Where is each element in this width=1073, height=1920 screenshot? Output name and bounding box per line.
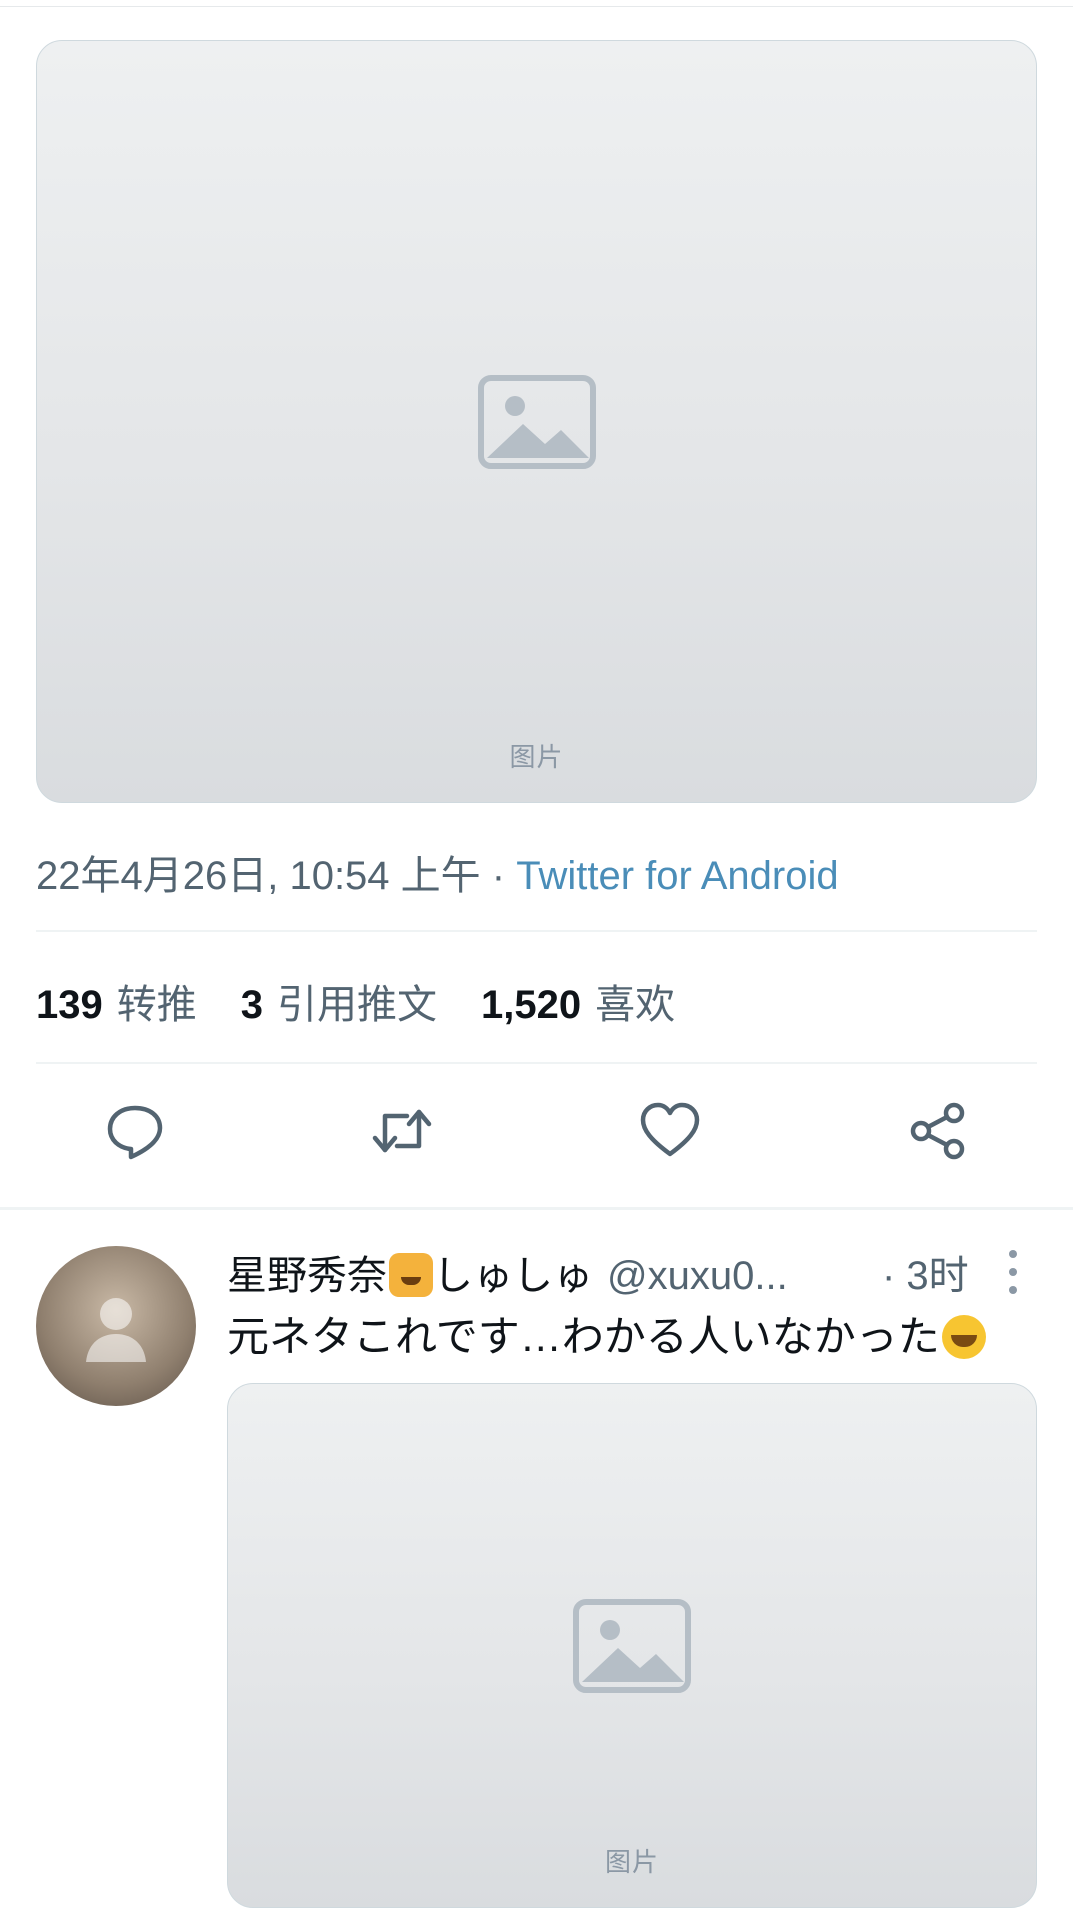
share-button[interactable] [907,1100,969,1162]
reply-header: 星野秀奈 しゅしゅ @xuxu0... · 3时 [227,1243,969,1301]
reply-text-content: 元ネタこれです…わかる人いなかった [227,1313,940,1360]
more-options-icon[interactable] [1005,1248,1021,1296]
like-count-number: 1,520 [481,983,582,1027]
tweet-meta: 22年4月26日, 10:54 上午 · Twitter for Android [36,843,839,901]
quote-count-number: 3 [240,983,263,1027]
reply-image[interactable]: 图片 [227,1383,1037,1908]
reply-button[interactable] [104,1100,166,1162]
like-count[interactable]: 1,520 喜欢 [481,972,675,1030]
like-count-label: 喜欢 [595,983,676,1027]
user-avatar-icon [86,1298,146,1362]
display-name: 星野秀奈 [227,1254,387,1298]
like-button[interactable] [639,1100,701,1162]
display-name-suffix: しゅしゅ [433,1254,593,1298]
tweet-divider [0,1207,1073,1210]
retweet-button[interactable] [371,1100,433,1162]
like-icon [640,1102,700,1157]
quote-count[interactable]: 3 引用推文 [241,972,437,1030]
share-icon [910,1102,965,1160]
reply-icon [107,1105,163,1160]
tweet-stats: 139 转推 3 引用推文 1,520 喜欢 [36,972,719,1030]
retweet-count-number: 139 [36,983,103,1027]
cat-emoji-icon [389,1253,433,1297]
reply-author-name[interactable]: 星野秀奈 しゅしゅ [227,1253,593,1298]
image-placeholder-icon [573,1598,691,1693]
meta-separator: · [480,854,517,898]
reply-text: 元ネタこれです…わかる人いなかった [227,1303,986,1364]
image-placeholder-label: 图片 [509,742,564,772]
image-placeholder-label: 图片 [604,1847,659,1877]
top-divider [0,6,1073,7]
tweet-source[interactable]: Twitter for Android [516,854,838,898]
reply-author-avatar[interactable] [36,1246,196,1406]
image-placeholder-icon [477,374,596,469]
laughing-emoji-icon [941,1315,986,1359]
retweet-count-label: 转推 [116,983,197,1027]
tweet-image[interactable]: 图片 [36,40,1037,803]
tweet-timestamp[interactable]: 22年4月26日, 10:54 上午 [36,854,481,898]
meta-divider [36,930,1037,932]
tweet-action-bar [0,1100,1073,1170]
reply-author-handle[interactable]: @xuxu0... [607,1254,788,1298]
reply-time[interactable]: · 3时 [882,1243,969,1301]
stats-divider [36,1062,1037,1064]
quote-count-label: 引用推文 [277,983,437,1027]
retweet-icon [372,1109,432,1153]
retweet-count[interactable]: 139 转推 [36,972,197,1030]
